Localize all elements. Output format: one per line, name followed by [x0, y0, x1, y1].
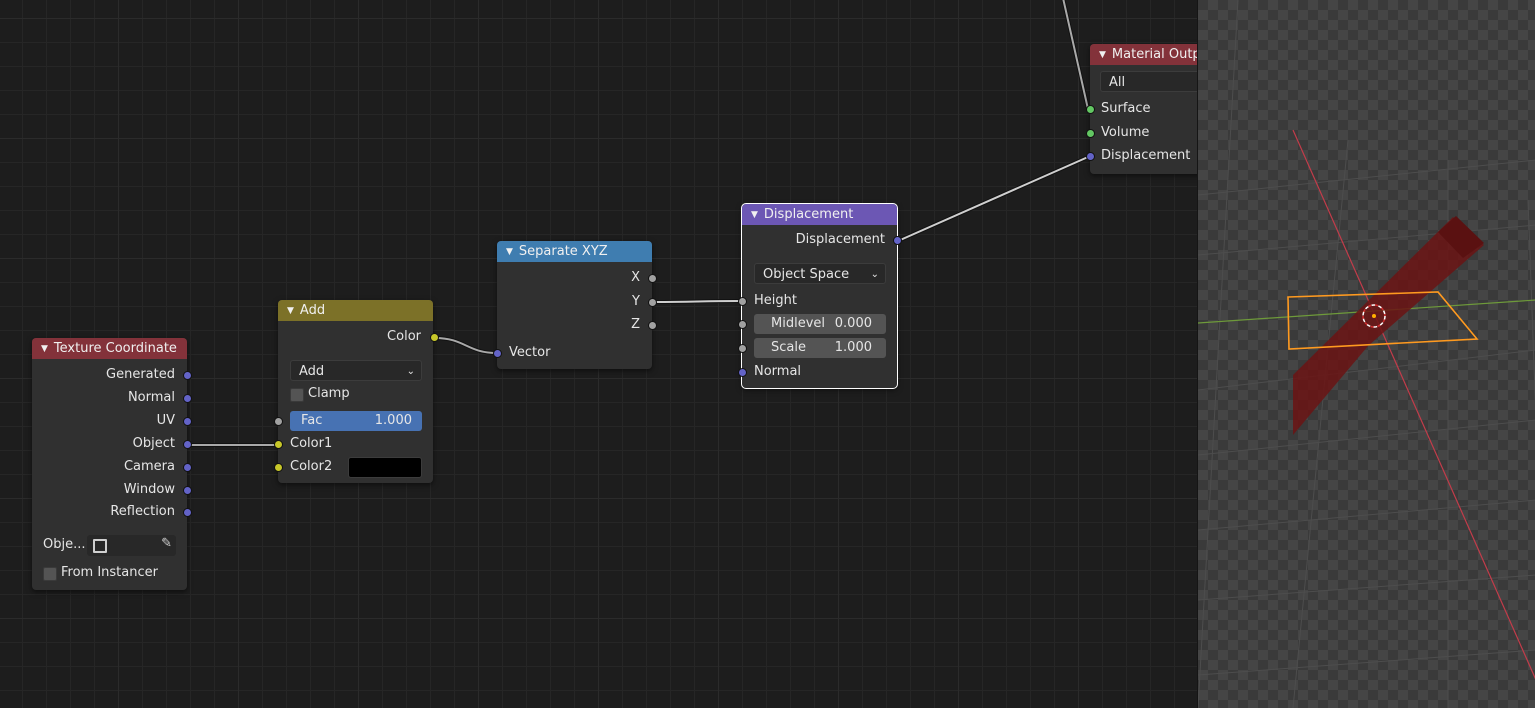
object-label: Obje... [43, 537, 86, 552]
socket-window[interactable] [183, 486, 192, 495]
viewport-scene [1198, 0, 1535, 708]
link-displacement-to-output [896, 155, 1090, 243]
chevron-down-icon: ⌄ [870, 269, 879, 280]
displacement-header[interactable]: ▼ Displacement [742, 204, 897, 225]
collapse-triangle-icon[interactable]: ▼ [287, 301, 294, 321]
object-icon [93, 539, 107, 553]
socket-scale[interactable] [738, 344, 747, 353]
scale-field[interactable]: Scale 1.000 [754, 338, 886, 358]
chevron-down-icon: ⌄ [406, 366, 415, 377]
vector-label: Vector [509, 345, 551, 360]
node-title: Add [299, 303, 326, 318]
normal-label: Normal [754, 364, 802, 379]
link-surface-incoming [1061, 0, 1090, 111]
collapse-triangle-icon[interactable]: ▼ [506, 242, 513, 262]
blend-mode-value: Add [299, 364, 325, 379]
displacement-input-label: Displacement [1101, 148, 1191, 163]
socket-object[interactable] [183, 440, 192, 449]
output-object: Object [132, 436, 175, 451]
texture-coordinate-node[interactable]: ▼ Texture Coordinate Generated Normal UV … [32, 338, 192, 590]
fac-label: Fac [301, 413, 323, 428]
height-label: Height [754, 293, 797, 308]
scale-value: 1.000 [834, 340, 872, 355]
midlevel-value: 0.000 [834, 316, 872, 331]
material-output-node[interactable]: ▼ Material Outp All Surface Volume Displa… [1086, 44, 1197, 174]
texture-coordinate-header[interactable]: ▼ Texture Coordinate [32, 338, 187, 359]
node-title: Separate XYZ [518, 244, 608, 259]
separate-xyz-node[interactable]: ▼ Separate XYZ X Y Z Vector [493, 241, 657, 369]
output-reflection: Reflection [110, 504, 175, 519]
space-dropdown[interactable]: Object Space ⌄ [754, 263, 886, 284]
color1-label: Color1 [290, 436, 333, 451]
object-picker[interactable]: ✎ [87, 535, 176, 556]
add-mix-node[interactable]: ▼ Add Color Add ⌄ Clamp Fac 1.000 Color1 … [274, 300, 439, 483]
socket-camera[interactable] [183, 463, 192, 472]
socket-reflection[interactable] [183, 508, 192, 517]
volume-label: Volume [1101, 125, 1150, 140]
node-title: Material Outp [1111, 47, 1197, 62]
target-value: All [1109, 75, 1126, 90]
output-camera: Camera [123, 459, 175, 474]
add-header[interactable]: ▼ Add [278, 300, 433, 321]
output-x: X [631, 270, 640, 285]
3d-viewport[interactable] [1197, 0, 1535, 708]
socket-fac[interactable] [274, 417, 283, 426]
target-dropdown[interactable]: All [1100, 71, 1197, 92]
socket-generated[interactable] [183, 371, 192, 380]
collapse-triangle-icon[interactable]: ▼ [41, 339, 48, 359]
node-editor[interactable]: ▼ Texture Coordinate Generated Normal UV … [0, 0, 1197, 708]
output-generated: Generated [106, 367, 175, 382]
link-y-to-height [652, 299, 743, 304]
eyedropper-icon[interactable]: ✎ [161, 536, 172, 551]
output-color: Color [387, 329, 421, 344]
midlevel-field[interactable]: Midlevel 0.000 [754, 314, 886, 334]
socket-normal[interactable] [183, 394, 192, 403]
collapse-triangle-icon[interactable]: ▼ [751, 205, 758, 225]
collapse-triangle-icon[interactable]: ▼ [1099, 45, 1106, 65]
displacement-node[interactable]: ▼ Displacement Displacement Object Space … [738, 203, 902, 389]
socket-x[interactable] [648, 274, 657, 283]
socket-midlevel[interactable] [738, 320, 747, 329]
space-value: Object Space [763, 267, 850, 282]
clamp-label: Clamp [308, 386, 350, 401]
fac-slider[interactable]: Fac 1.000 [290, 411, 422, 431]
output-window: Window [123, 482, 175, 497]
output-displacement: Displacement [795, 232, 885, 247]
blend-mode-dropdown[interactable]: Add ⌄ [290, 360, 422, 381]
color2-swatch[interactable] [348, 457, 422, 478]
link-color-to-vector [433, 336, 499, 355]
socket-y[interactable] [648, 298, 657, 307]
socket-color-out[interactable] [430, 333, 439, 342]
fac-value: 1.000 [374, 413, 412, 428]
socket-z[interactable] [648, 321, 657, 330]
output-y: Y [632, 294, 640, 309]
output-uv: UV [156, 413, 175, 428]
node-title: Texture Coordinate [53, 341, 177, 356]
surface-label: Surface [1101, 101, 1151, 116]
output-z: Z [631, 317, 640, 332]
socket-displacement-out[interactable] [893, 236, 902, 245]
material-output-header[interactable]: ▼ Material Outp [1090, 44, 1197, 65]
from-instancer-label: From Instancer [61, 565, 158, 580]
socket-uv[interactable] [183, 417, 192, 426]
output-normal: Normal [127, 390, 175, 405]
separate-xyz-header[interactable]: ▼ Separate XYZ [497, 241, 652, 262]
node-title: Displacement [763, 207, 854, 222]
floor-grid [1198, 0, 1535, 708]
x-axis-line [1292, 129, 1535, 680]
